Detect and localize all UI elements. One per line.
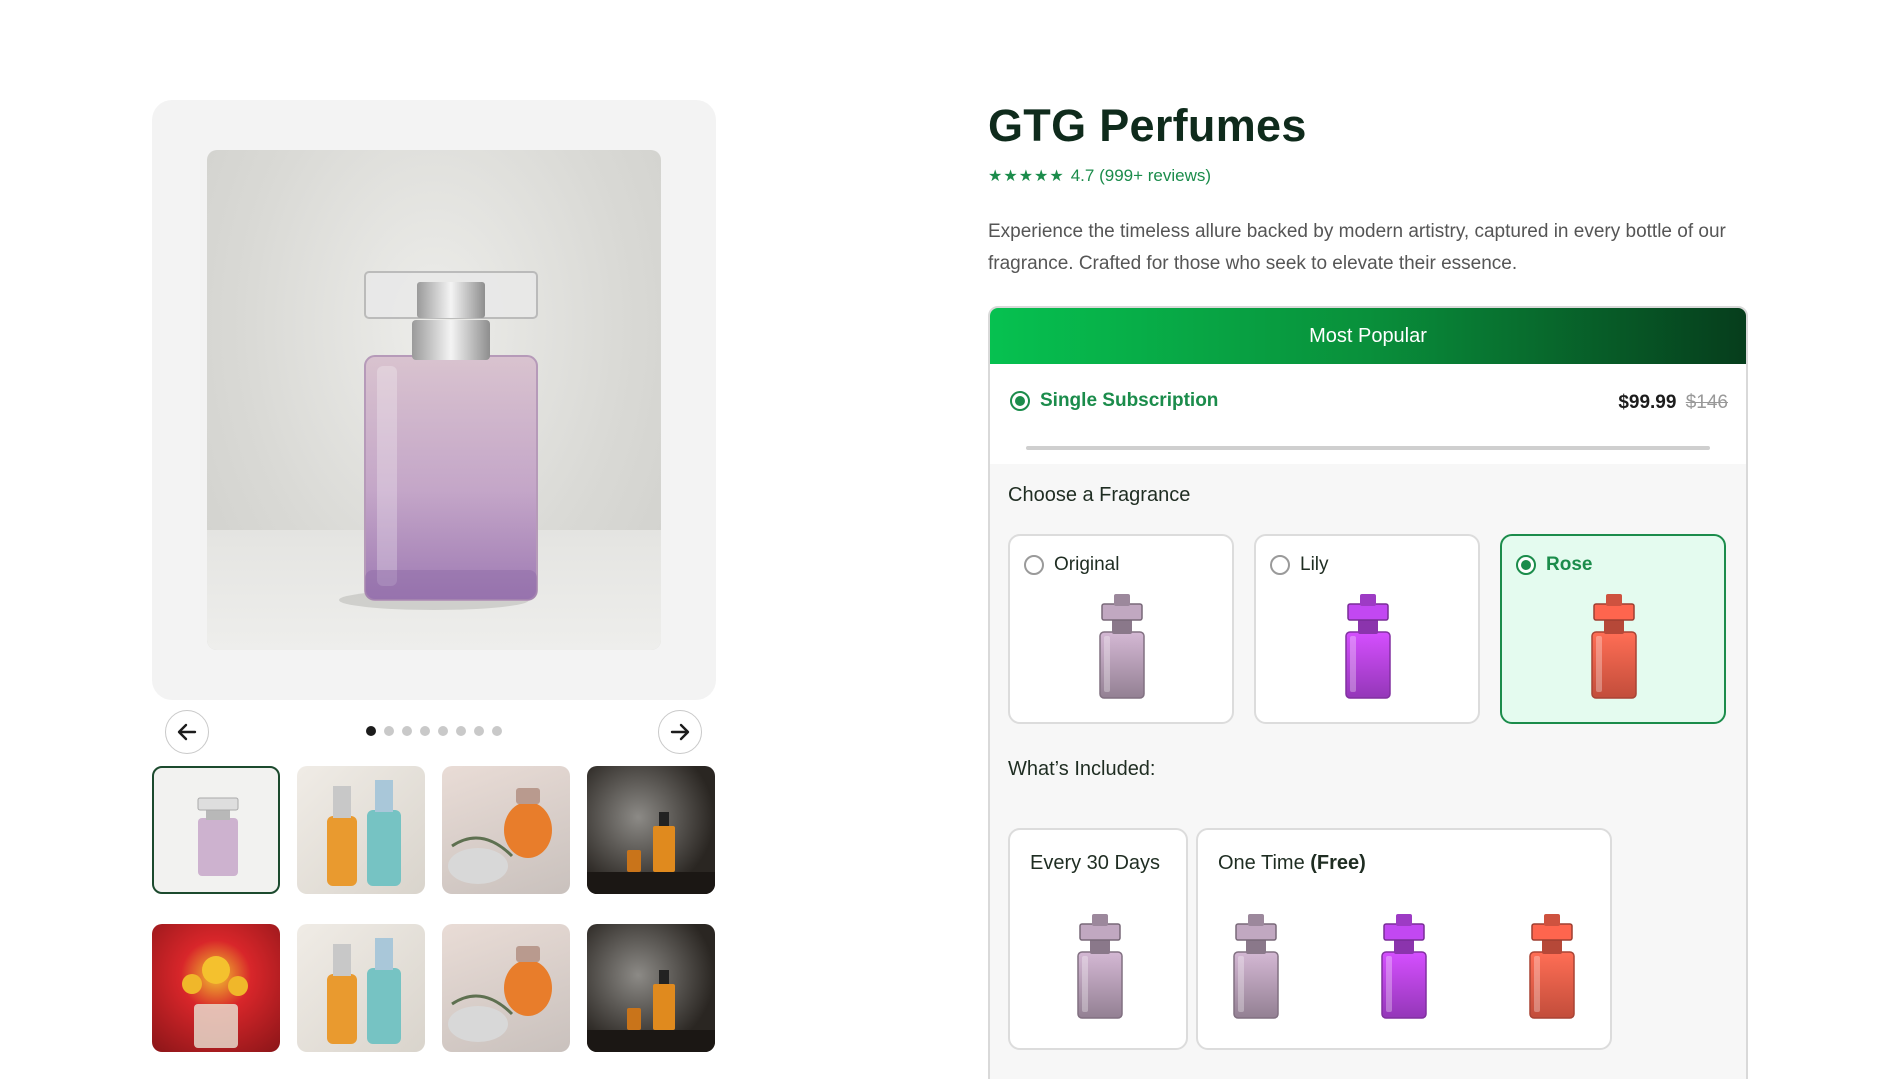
thumbnail-amber-bottles-image	[327, 780, 401, 886]
carousel-dot[interactable]	[384, 726, 394, 736]
fragrance-radio[interactable]	[1024, 555, 1044, 575]
fragrance-label: Original	[1054, 554, 1120, 575]
section-divider	[1026, 446, 1710, 450]
main-image-frame	[152, 100, 716, 700]
thumbnail-orange-bottle-image	[448, 946, 552, 1042]
thumbnail-amber-bottles-image	[327, 938, 401, 1044]
thumbnail-3[interactable]	[442, 766, 570, 894]
fragrance-option-original[interactable]: Original	[1008, 534, 1234, 724]
arrow-left-icon	[177, 723, 197, 741]
arrow-right-icon	[670, 723, 690, 741]
previous-image-button[interactable]	[165, 710, 209, 754]
thumbnail-dark-bottles-image	[587, 812, 715, 894]
fragrance-option-lily[interactable]: Lily	[1254, 534, 1480, 724]
rose-bottle-icon	[1529, 914, 1575, 1019]
fragrance-option-rose[interactable]: Rose	[1500, 534, 1726, 724]
product-description: Experience the timeless allure backed by…	[988, 221, 1726, 274]
most-popular-banner: Most Popular	[990, 308, 1746, 364]
next-image-button[interactable]	[658, 710, 702, 754]
lily-bottle-icon	[1345, 594, 1391, 699]
carousel-dot[interactable]	[438, 726, 448, 736]
original-bottle-icon	[1233, 914, 1279, 1019]
lily-bottle-icon	[1381, 914, 1427, 1019]
thumbnail-flowers-image	[182, 956, 248, 1048]
perfume-bottle-large	[339, 271, 538, 610]
star-rating-icon: ★★★★★	[988, 168, 1065, 185]
thumbnail-5[interactable]	[152, 924, 280, 1052]
thumbnail-dark-bottles-image	[587, 970, 715, 1052]
one-time-label: One Time (Free)	[1218, 852, 1366, 874]
rating-text[interactable]: 4.7 (999+ reviews)	[1071, 166, 1211, 186]
thumbnail-bottle-image	[197, 797, 239, 876]
included-heading: What’s Included:	[1008, 758, 1156, 780]
original-bottle-icon	[1077, 914, 1123, 1019]
fragrance-label: Rose	[1546, 554, 1593, 575]
main-product-image	[207, 150, 661, 650]
thumbnail-2[interactable]	[297, 766, 425, 894]
every-30-days-card: Every 30 Days	[1008, 828, 1188, 1050]
thumbnail-8[interactable]	[587, 924, 715, 1052]
fragrance-radio[interactable]	[1270, 555, 1290, 575]
free-badge: (Free)	[1310, 852, 1366, 874]
subscription-label: Single Subscription	[1040, 390, 1219, 411]
carousel-dot[interactable]	[456, 726, 466, 736]
carousel-dot[interactable]	[366, 726, 376, 736]
thumbnail-6[interactable]	[297, 924, 425, 1052]
current-price: $99.99	[1618, 392, 1677, 413]
purchase-panel: Most Popular Single Subscription $99.99 …	[988, 306, 1748, 1079]
fragrance-label: Lily	[1300, 554, 1329, 575]
carousel-dot[interactable]	[492, 726, 502, 736]
thumbnail-7[interactable]	[442, 924, 570, 1052]
rose-bottle-icon	[1591, 594, 1637, 699]
one-time-card: One Time (Free)	[1196, 828, 1612, 1050]
fragrance-heading: Choose a Fragrance	[1008, 484, 1191, 506]
thumbnail-1[interactable]	[152, 766, 280, 894]
original-bottle-icon	[1099, 594, 1145, 699]
product-title: GTG Perfumes	[988, 100, 1307, 151]
original-price: $146	[1685, 392, 1728, 413]
thumbnail-4[interactable]	[587, 766, 715, 894]
fragrance-radio[interactable]	[1516, 555, 1536, 575]
subscription-price: $99.99 $146	[1618, 392, 1728, 414]
carousel-dot[interactable]	[420, 726, 430, 736]
every-30-days-label: Every 30 Days	[1030, 852, 1161, 874]
carousel-dot[interactable]	[474, 726, 484, 736]
thumbnail-orange-bottle-image	[448, 788, 552, 884]
carousel-dots	[366, 726, 502, 736]
subscription-radio[interactable]	[1010, 391, 1030, 411]
carousel-dot[interactable]	[402, 726, 412, 736]
product-rating: ★★★★★ 4.7 (999+ reviews)	[988, 166, 1211, 186]
